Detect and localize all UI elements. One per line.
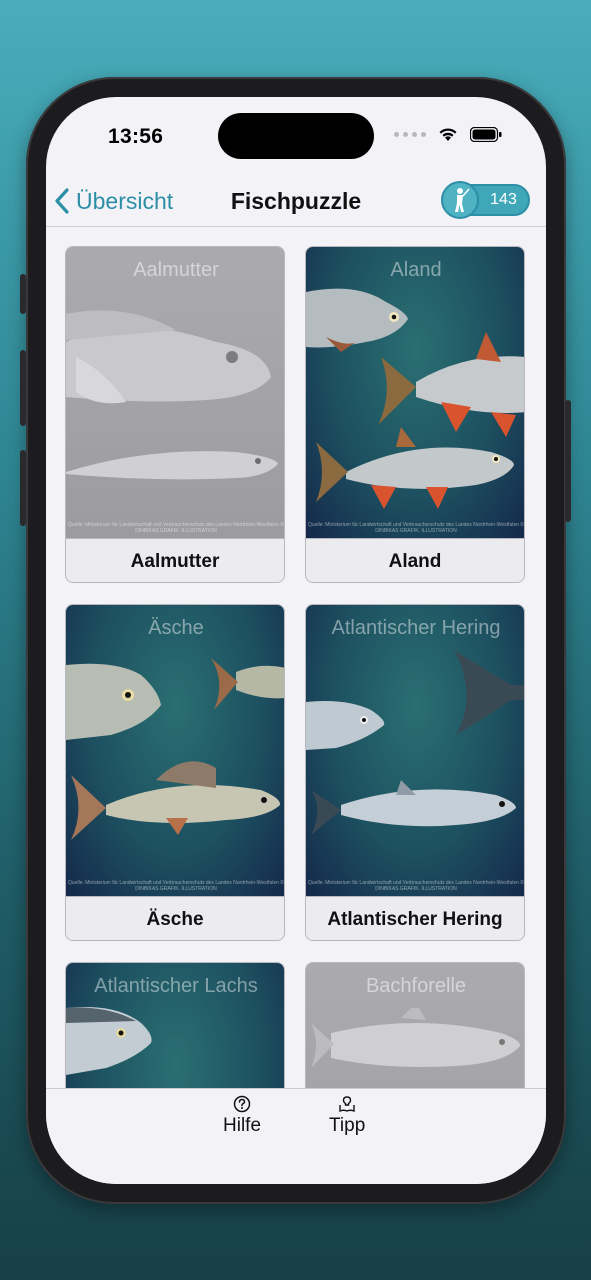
status-icons xyxy=(394,127,502,142)
card-label: Aland xyxy=(306,538,524,582)
puzzle-card-atlantischer-lachs[interactable]: Atlantischer Lachs xyxy=(65,962,285,1088)
dynamic-island xyxy=(218,113,374,159)
fish-illustration xyxy=(306,288,524,509)
puzzle-card-atlantischer-hering[interactable]: Atlantischer Hering Quelle: Ministerium … xyxy=(305,604,525,941)
card-image-title: Atlantischer Lachs xyxy=(94,975,258,997)
card-image-title: Aalmutter xyxy=(133,259,219,281)
fish-illustration xyxy=(306,650,524,835)
fish-illustration xyxy=(311,1008,521,1068)
cellular-signal-icon xyxy=(394,132,426,137)
question-circle-icon xyxy=(233,1095,251,1113)
image-credit: Quelle: Ministerium für Landwirtschaft u… xyxy=(68,522,284,534)
card-image: Atlantischer Lachs xyxy=(66,963,284,1088)
card-image-title: Atlantischer Hering xyxy=(331,617,501,639)
card-image-title: Äsche xyxy=(148,617,204,639)
card-image-title: Aland xyxy=(390,259,442,281)
card-label: Atlantischer Hering xyxy=(306,896,524,940)
fish-illustration xyxy=(66,310,278,480)
card-label: Äsche xyxy=(66,896,284,940)
score-badge[interactable]: 143 xyxy=(441,181,530,219)
tab-bar: Hilfe Tipp xyxy=(46,1088,546,1184)
wifi-icon xyxy=(439,128,457,141)
puzzle-card-bachforelle[interactable]: Bachforelle xyxy=(305,962,525,1088)
fish-illustration xyxy=(66,1007,152,1075)
card-image: Atlantischer Hering Quelle: Ministerium … xyxy=(306,605,524,896)
tab-tipp[interactable]: Tipp xyxy=(329,1095,365,1137)
navigation-bar: Übersicht Fischpuzzle 143 xyxy=(46,177,546,227)
image-credit: Quelle: Ministerium für Landwirtschaft u… xyxy=(68,880,284,892)
image-credit: Quelle: Ministerium für Landwirtschaft u… xyxy=(308,880,524,892)
tab-label: Hilfe xyxy=(223,1115,262,1136)
volume-down-button xyxy=(20,450,26,526)
card-image: Bachforelle xyxy=(306,963,524,1088)
card-label: Aalmutter xyxy=(66,538,284,582)
app-screen: 13:56 Übersicht Fischpuzzle 143 Aalmutte… xyxy=(46,97,546,1184)
fisherman-icon xyxy=(441,181,479,219)
puzzle-card-aesche[interactable]: Äsche Quelle: Ministerium für Landwirtsc… xyxy=(65,604,285,941)
mute-switch xyxy=(20,274,26,314)
puzzle-card-aalmutter[interactable]: Aalmutter Quelle: Ministerium für Landwi… xyxy=(65,246,285,583)
puzzle-grid: Aalmutter Quelle: Ministerium für Landwi… xyxy=(46,228,546,1088)
lightbulb-book-icon xyxy=(339,1096,355,1113)
card-image: Aalmutter Quelle: Ministerium für Landwi… xyxy=(66,247,284,538)
card-image-title: Bachforelle xyxy=(365,975,467,997)
tab-hilfe[interactable]: Hilfe xyxy=(223,1095,261,1137)
power-button xyxy=(565,400,571,522)
status-time: 13:56 xyxy=(108,125,164,148)
image-credit: Quelle: Ministerium für Landwirtschaft u… xyxy=(308,522,524,534)
score-count: 143 xyxy=(490,191,517,208)
card-image: Äsche Quelle: Ministerium für Landwirtsc… xyxy=(66,605,284,896)
puzzle-card-aland[interactable]: Aland Quelle: Ministerium für Landwirtsc… xyxy=(305,246,525,583)
fish-illustration xyxy=(66,658,284,840)
tab-label: Tipp xyxy=(329,1115,366,1136)
card-image: Aland Quelle: Ministerium für Landwirtsc… xyxy=(306,247,524,538)
battery-icon xyxy=(470,127,502,142)
volume-up-button xyxy=(20,350,26,426)
